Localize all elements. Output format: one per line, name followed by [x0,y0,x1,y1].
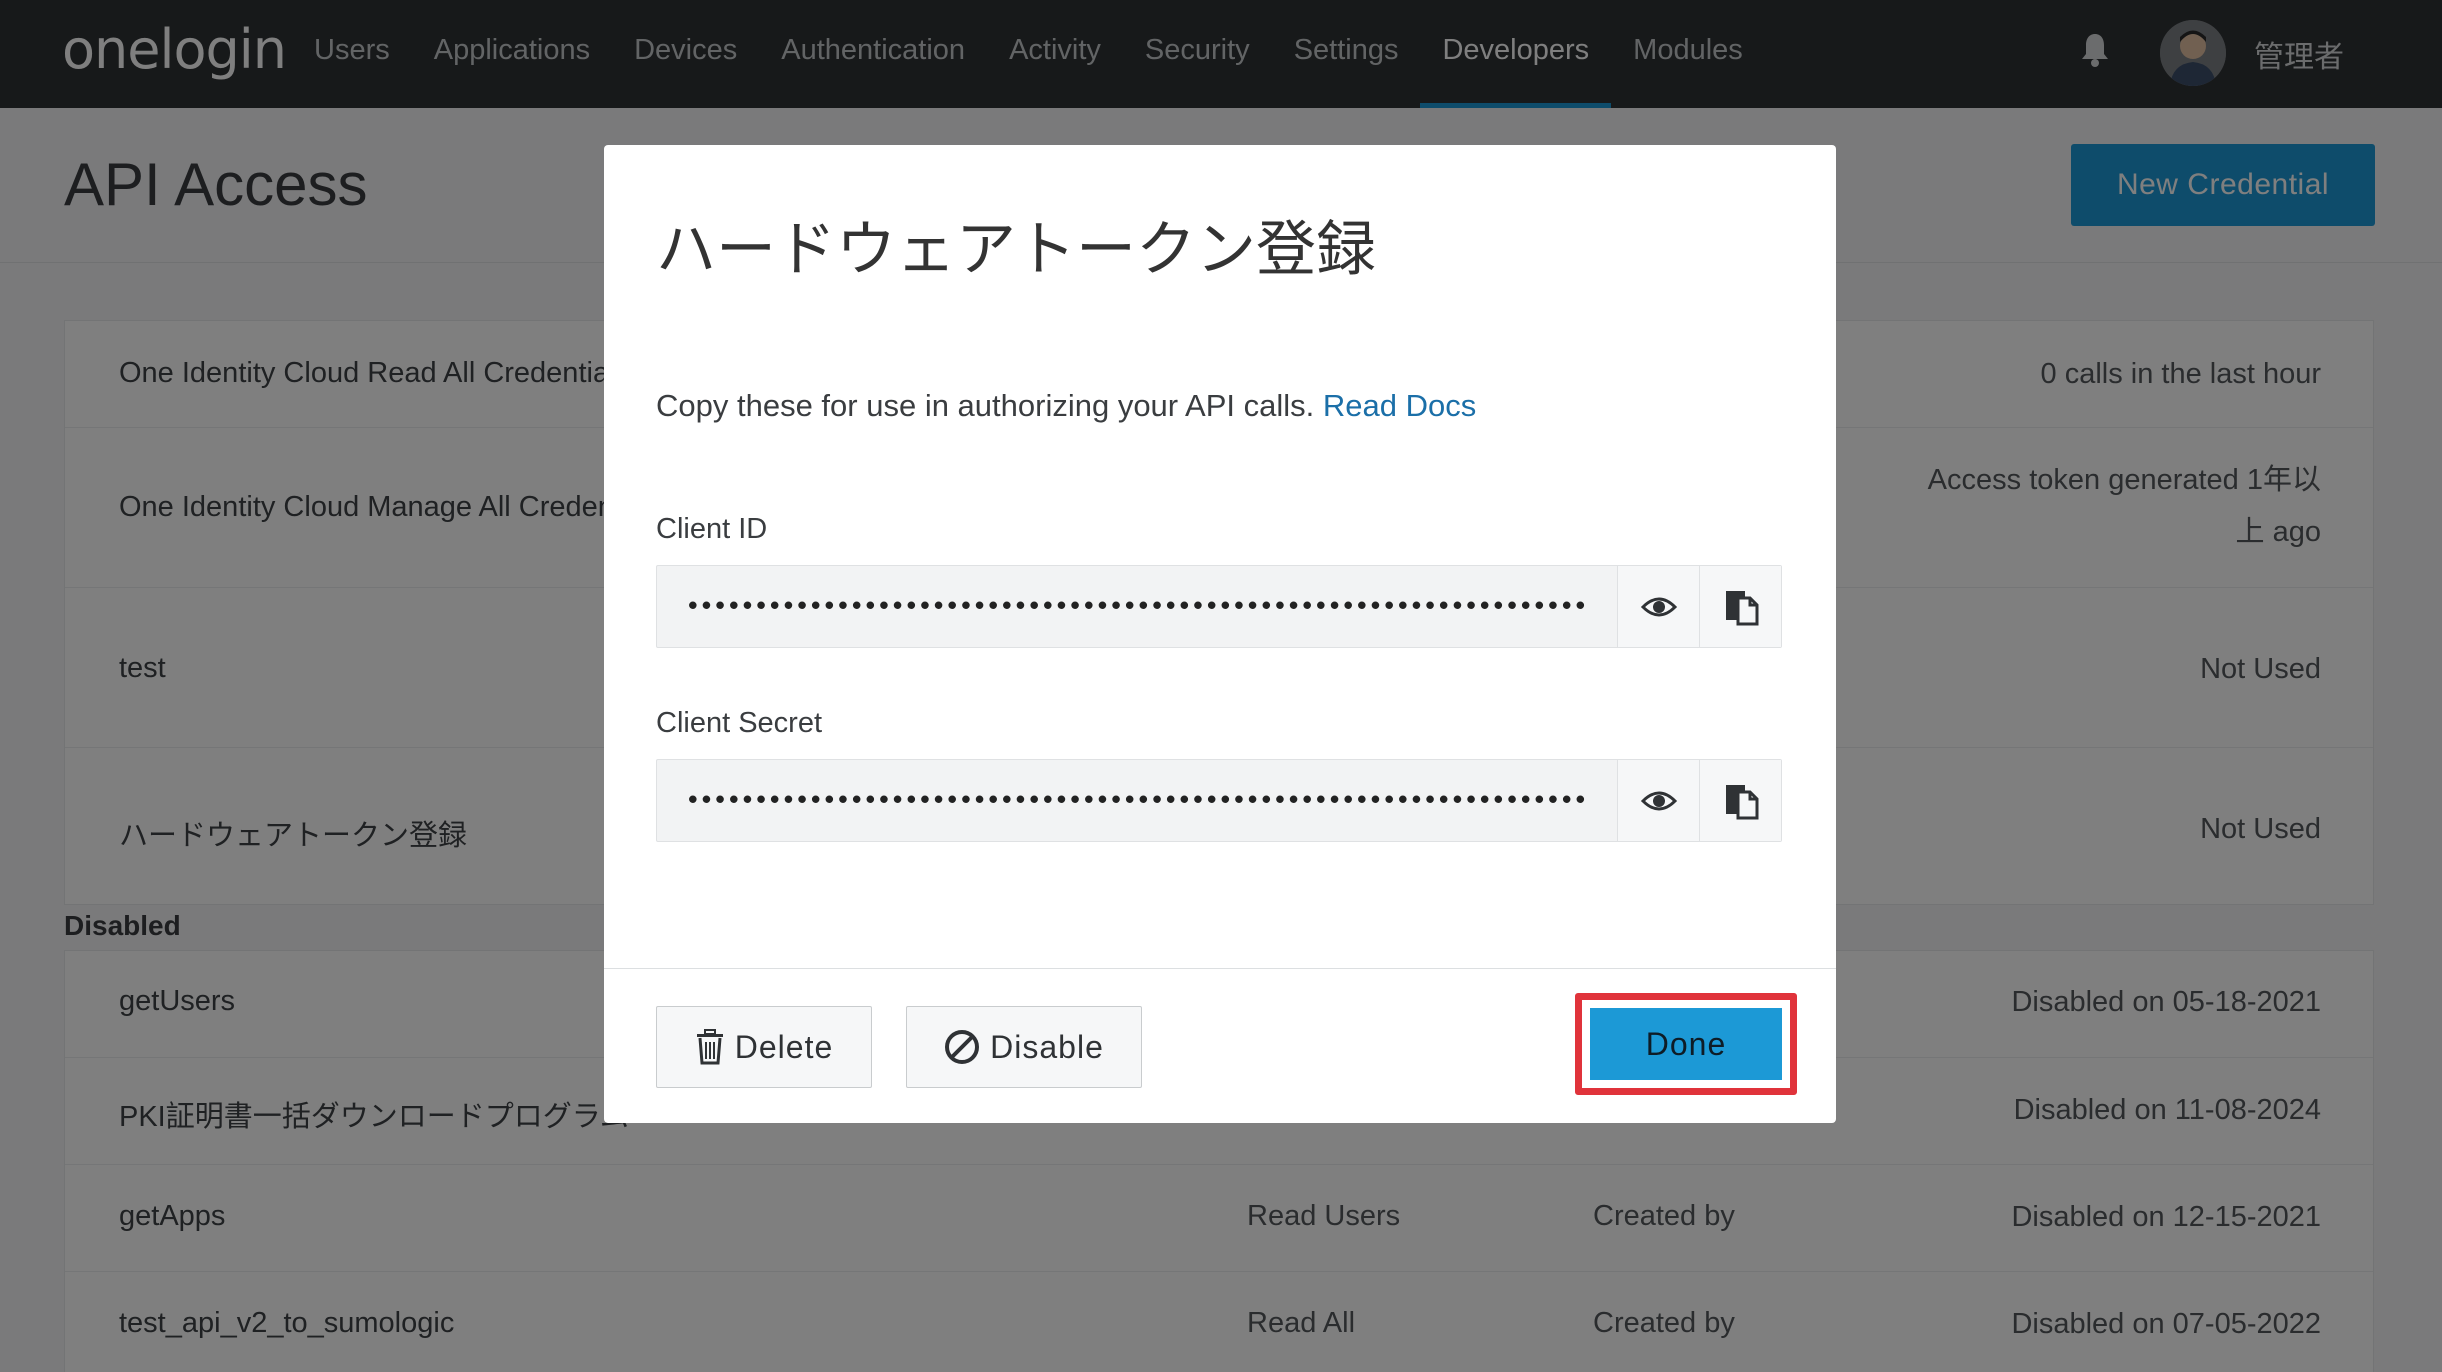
read-docs-link[interactable]: Read Docs [1323,388,1476,423]
modal-footer: Delete Disable Done [604,968,1836,1123]
eye-icon [1640,791,1677,810]
show-client-id-button[interactable] [1617,566,1699,647]
copy-icon [1725,784,1758,819]
copy-client-id-button[interactable] [1699,566,1781,647]
modal-title: ハードウェアトークン登録 [656,215,1376,285]
disable-label: Disable [990,1028,1104,1065]
trash-icon [696,1029,723,1065]
client-secret-field [656,759,1782,842]
show-client-secret-button[interactable] [1617,760,1699,841]
done-button[interactable]: Done [1590,1008,1782,1080]
description-text: Copy these for use in authorizing your A… [656,388,1315,423]
credential-modal: ハードウェアトークン登録 Copy these for use in autho… [604,145,1836,1123]
delete-button[interactable]: Delete [656,1006,872,1088]
client-secret-input[interactable] [657,760,1617,841]
delete-label: Delete [734,1028,834,1065]
modal-description: Copy these for use in authorizing your A… [656,388,1476,424]
copy-client-secret-button[interactable] [1699,760,1781,841]
eye-icon [1640,597,1677,616]
client-id-field [656,565,1782,648]
done-button-highlight: Done [1575,993,1797,1095]
client-id-label: Client ID [656,513,768,545]
ban-icon [945,1030,980,1064]
copy-icon [1725,590,1758,625]
disable-button[interactable]: Disable [906,1006,1142,1088]
client-id-input[interactable] [657,566,1617,647]
client-secret-label: Client Secret [656,707,823,739]
